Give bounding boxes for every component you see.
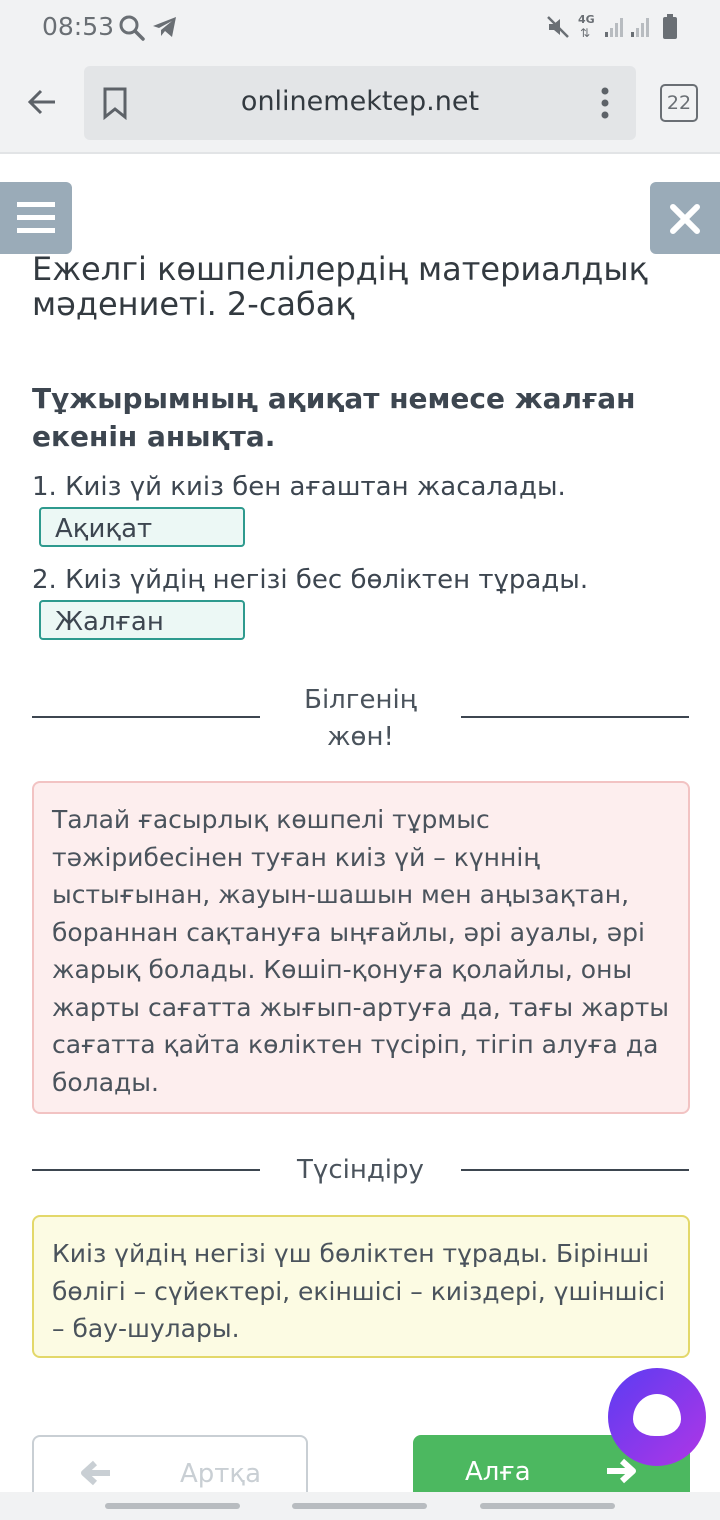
arrow-left-icon <box>81 1460 110 1486</box>
status-bar: 08:53 4G ⇅ <box>0 0 720 58</box>
nav-handle[interactable] <box>105 1503 240 1509</box>
fact-box: Талай ғасырлық көшпелі тұрмыс тәжірибесі… <box>32 781 690 1114</box>
signal-icon <box>605 18 623 37</box>
statement-1: 1. Киіз үй киіз бен ағаштан жасалады. <box>32 472 566 502</box>
next-label: Алға <box>465 1457 531 1487</box>
question-text: Тұжырымның ақиқат немесе жалған екенін а… <box>32 382 636 453</box>
mute-icon <box>547 16 569 38</box>
battery-icon <box>663 14 677 39</box>
divider <box>461 716 689 718</box>
hamburger-icon <box>17 202 55 233</box>
explain-heading: Түсіндіру <box>297 1155 424 1185</box>
divider <box>32 1169 260 1171</box>
fact-heading: Білгенің жөн! <box>304 685 417 752</box>
assistant-button[interactable] <box>608 1368 706 1466</box>
arrow-right-icon <box>607 1458 636 1484</box>
back-arrow-icon[interactable] <box>26 86 58 118</box>
statement-2: 2. Киіз үйдің негізі бес бөліктен тұрады… <box>32 565 589 595</box>
url-text: onlinemektep.net <box>240 86 480 117</box>
nav-handle[interactable] <box>292 1503 427 1509</box>
close-icon <box>670 204 700 234</box>
browser-toolbar: onlinemektep.net 22 <box>0 58 720 154</box>
nav-handle[interactable] <box>480 1503 615 1509</box>
search-icon <box>119 15 145 41</box>
signal-icon <box>631 18 649 37</box>
system-nav-bar <box>0 1492 720 1520</box>
assistant-icon <box>633 1394 681 1436</box>
network-4g-icon: 4G <box>578 13 595 26</box>
close-button[interactable] <box>650 182 720 254</box>
back-label: Артқа <box>180 1459 262 1489</box>
answer-dropdown-1[interactable]: Ақиқат <box>39 507 245 547</box>
tab-count-button[interactable]: 22 <box>660 84 698 122</box>
divider <box>461 1169 689 1171</box>
menu-button[interactable] <box>0 182 72 254</box>
divider <box>32 716 260 718</box>
explain-box: Киіз үйдің негізі үш бөліктен тұрады. Бі… <box>32 1215 690 1358</box>
more-options-icon[interactable] <box>600 86 610 122</box>
address-bar[interactable]: onlinemektep.net <box>84 66 636 140</box>
answer-dropdown-2[interactable]: Жалған <box>39 600 245 640</box>
status-time: 08:53 <box>42 12 115 41</box>
telegram-icon <box>153 17 176 37</box>
page-title: Ежелгі көшпелілердің материалдық мәдение… <box>32 250 648 323</box>
